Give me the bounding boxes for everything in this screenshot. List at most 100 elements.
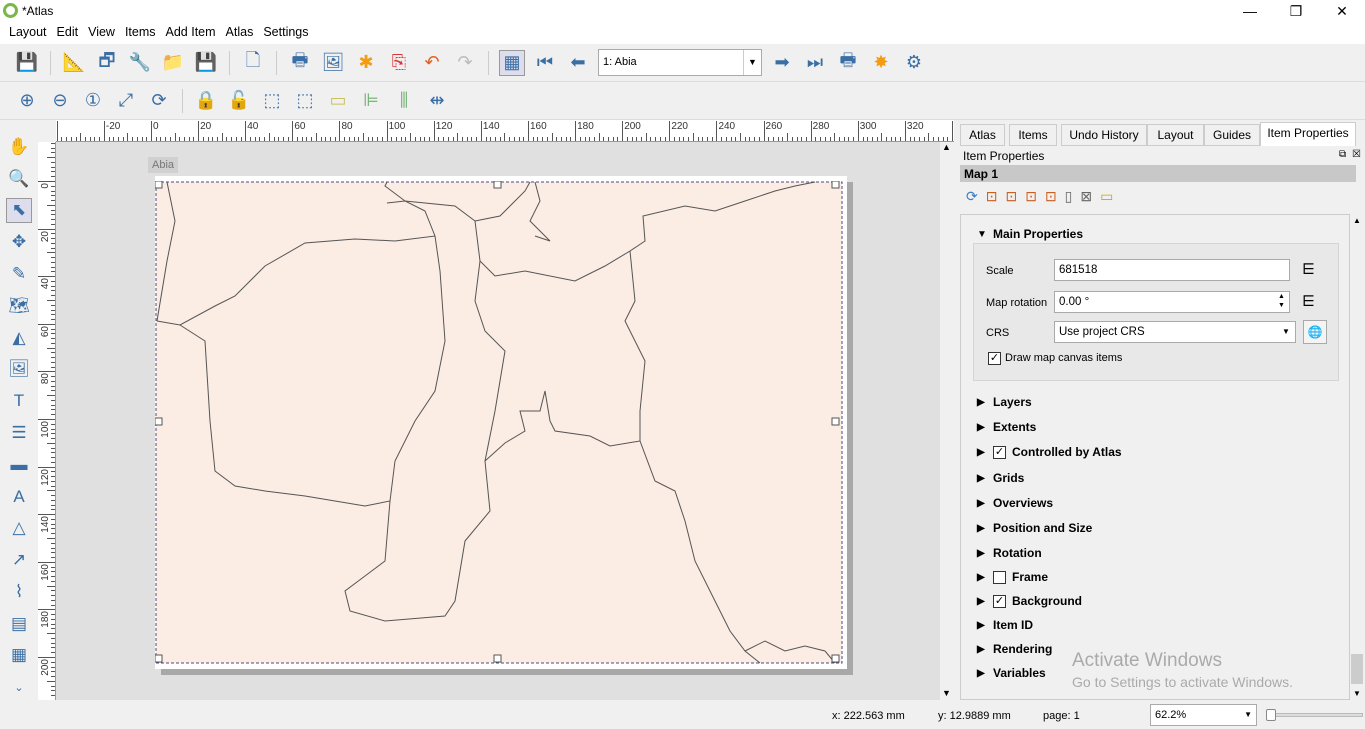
menu-items[interactable]: Items xyxy=(120,22,161,44)
tab-guides[interactable]: Guides xyxy=(1204,124,1260,146)
add-3d-map-icon[interactable]: ◭ xyxy=(6,325,32,351)
add-map-icon[interactable]: 🗺 xyxy=(6,293,32,319)
section-frame[interactable]: ▶ Frame xyxy=(977,570,1048,584)
unlock-items-icon[interactable]: 🔓 xyxy=(226,88,252,114)
zoom-slider[interactable] xyxy=(1266,713,1363,717)
section-checkbox[interactable] xyxy=(993,570,1006,584)
set-extent-icon[interactable]: ⊡ xyxy=(986,188,998,205)
crs-globe-icon[interactable]: 🌐 xyxy=(1303,320,1327,344)
section-checkbox[interactable]: ✓ xyxy=(993,594,1006,608)
export-svg-icon[interactable]: ✱ xyxy=(353,50,379,76)
section-background[interactable]: ▶ ✓ Background xyxy=(977,594,1082,608)
section-rendering[interactable]: ▶ Rendering xyxy=(977,642,1052,656)
add-page-icon[interactable]: 🗋 xyxy=(240,50,266,76)
print-atlas-icon[interactable]: 🖶 xyxy=(835,50,861,76)
ungroup-icon[interactable]: ⬚ xyxy=(292,88,318,114)
duplicate-layout-icon[interactable]: 🗗 xyxy=(94,50,120,76)
open-template-icon[interactable]: 📁 xyxy=(160,50,186,76)
section-main-properties[interactable]: ▼ Main Properties xyxy=(977,227,1083,241)
add-node-item-icon[interactable]: ⌇ xyxy=(6,579,32,605)
resize-icon[interactable]: ⇹ xyxy=(424,88,450,114)
layout-manager-icon[interactable]: 🔧 xyxy=(127,50,153,76)
menu-add-item[interactable]: Add Item xyxy=(161,22,221,44)
add-scalebar-icon[interactable]: ▬ xyxy=(6,452,32,478)
add-label-icon[interactable]: T xyxy=(6,388,32,414)
labeling-icon[interactable]: ⊠ xyxy=(1080,188,1092,205)
undo-icon[interactable]: ↶ xyxy=(419,50,445,76)
section-variables[interactable]: ▶ Variables xyxy=(977,666,1046,680)
properties-scrollbar[interactable]: ▲ ▼ xyxy=(1350,214,1365,700)
zoom-select[interactable]: 62.2% ▼ xyxy=(1150,704,1257,726)
tab-undo-history[interactable]: Undo History xyxy=(1061,124,1147,146)
first-feature-icon[interactable]: ⏮ xyxy=(532,50,558,76)
save-template-icon[interactable]: 💾 xyxy=(193,50,219,76)
add-picture-icon[interactable]: 🖼 xyxy=(6,356,32,382)
add-legend-icon[interactable]: ☰ xyxy=(6,420,32,446)
add-attribute-table-icon[interactable]: ▦ xyxy=(6,643,32,669)
section-overviews[interactable]: ▶ Overviews xyxy=(977,496,1053,510)
save-icon[interactable]: 💾 xyxy=(14,50,40,76)
view-extent-icon[interactable]: ⊡ xyxy=(1005,188,1017,205)
select-icon[interactable]: ⬉ xyxy=(6,197,32,224)
tab-atlas[interactable]: Atlas xyxy=(960,124,1005,146)
zoom-slider-handle[interactable] xyxy=(1266,709,1276,721)
group-icon[interactable]: ⬚ xyxy=(259,88,285,114)
menu-view[interactable]: View xyxy=(83,22,120,44)
export-pdf-icon[interactable]: ⎘ xyxy=(386,50,412,76)
add-north-arrow-icon[interactable]: A xyxy=(6,484,32,510)
distribute-icon[interactable]: ⫼ xyxy=(391,88,417,114)
spin-arrows-icon[interactable]: ▲ ▼ xyxy=(1278,292,1285,310)
zoom-full-icon[interactable]: ⤢ xyxy=(113,88,139,114)
pan-icon[interactable]: ✋ xyxy=(6,134,32,160)
add-shape-icon[interactable]: △ xyxy=(6,515,32,541)
map-rotation-spinbox[interactable]: 0.00 ° xyxy=(1054,291,1290,313)
section-controlled-by-atlas[interactable]: ▶ ✓ Controlled by Atlas xyxy=(977,445,1122,459)
redo-icon[interactable]: ↷ xyxy=(452,50,478,76)
section-extents[interactable]: ▶ Extents xyxy=(977,420,1036,434)
edit-nodes-icon[interactable]: ✎ xyxy=(6,261,32,287)
data-defined-override-icon[interactable]: ⋿ xyxy=(1302,260,1315,278)
map-item[interactable] xyxy=(155,181,845,666)
move-content-icon[interactable]: ✥ xyxy=(6,229,32,255)
print-icon[interactable]: 🖶 xyxy=(287,50,313,76)
refresh-icon[interactable]: ⟳ xyxy=(146,88,172,114)
draw-canvas-items-checkbox[interactable]: ✓ xyxy=(988,352,1001,365)
menu-edit[interactable]: Edit xyxy=(52,22,84,44)
next-feature-icon[interactable]: ➡ xyxy=(769,50,795,76)
close-button[interactable]: ✕ xyxy=(1319,0,1365,22)
more-tools-icon[interactable]: ⌄ xyxy=(6,674,32,700)
label-settings-icon[interactable]: ▭ xyxy=(1100,188,1113,205)
zoom-in-icon[interactable]: ⊕ xyxy=(14,88,40,114)
lock-items-icon[interactable]: 🔒 xyxy=(193,88,219,114)
zoom-actual-icon[interactable]: ① xyxy=(80,88,106,114)
canvas-scrollbar[interactable]: ▲ ▼ xyxy=(940,142,954,700)
atlas-settings-icon[interactable]: ⚙ xyxy=(901,50,927,76)
section-rotation[interactable]: ▶ Rotation xyxy=(977,546,1042,560)
layout-canvas[interactable]: Abia xyxy=(56,142,940,700)
new-layout-icon[interactable]: 📐 xyxy=(61,50,87,76)
menu-layout[interactable]: Layout xyxy=(4,22,52,44)
align-icon[interactable]: ⊫ xyxy=(358,88,384,114)
last-feature-icon[interactable]: ⏭ xyxy=(802,50,828,76)
zoom-tool-icon[interactable]: 🔍 xyxy=(6,166,32,192)
section-item-id[interactable]: ▶ Item ID xyxy=(977,618,1033,632)
close-panel-icon[interactable]: ☒ xyxy=(1352,149,1361,160)
minimize-button[interactable]: — xyxy=(1227,0,1273,22)
float-icon[interactable]: ⧉ xyxy=(1339,149,1346,160)
crs-select[interactable]: Use project CRS xyxy=(1054,321,1296,343)
tab-item-properties[interactable]: Item Properties xyxy=(1260,122,1356,146)
atlas-feature-select[interactable]: 1: Abia ▼ xyxy=(598,49,762,76)
chevron-down-icon[interactable]: ▼ xyxy=(743,50,761,75)
section-layers[interactable]: ▶ Layers xyxy=(977,395,1032,409)
view-scale-icon[interactable]: ⊡ xyxy=(1045,188,1057,205)
bookmark-icon[interactable]: ▯ xyxy=(1065,188,1073,205)
add-html-icon[interactable]: ▤ xyxy=(6,611,32,637)
previous-feature-icon[interactable]: ⬅ xyxy=(565,50,591,76)
menu-settings[interactable]: Settings xyxy=(258,22,313,44)
refresh-map-icon[interactable]: ⟳ xyxy=(966,188,978,205)
section-checkbox[interactable]: ✓ xyxy=(993,445,1006,459)
maximize-button[interactable]: ❐ xyxy=(1273,0,1319,22)
zoom-out-icon[interactable]: ⊖ xyxy=(47,88,73,114)
data-defined-override-icon[interactable]: ⋿ xyxy=(1302,292,1315,310)
menu-atlas[interactable]: Atlas xyxy=(221,22,259,44)
